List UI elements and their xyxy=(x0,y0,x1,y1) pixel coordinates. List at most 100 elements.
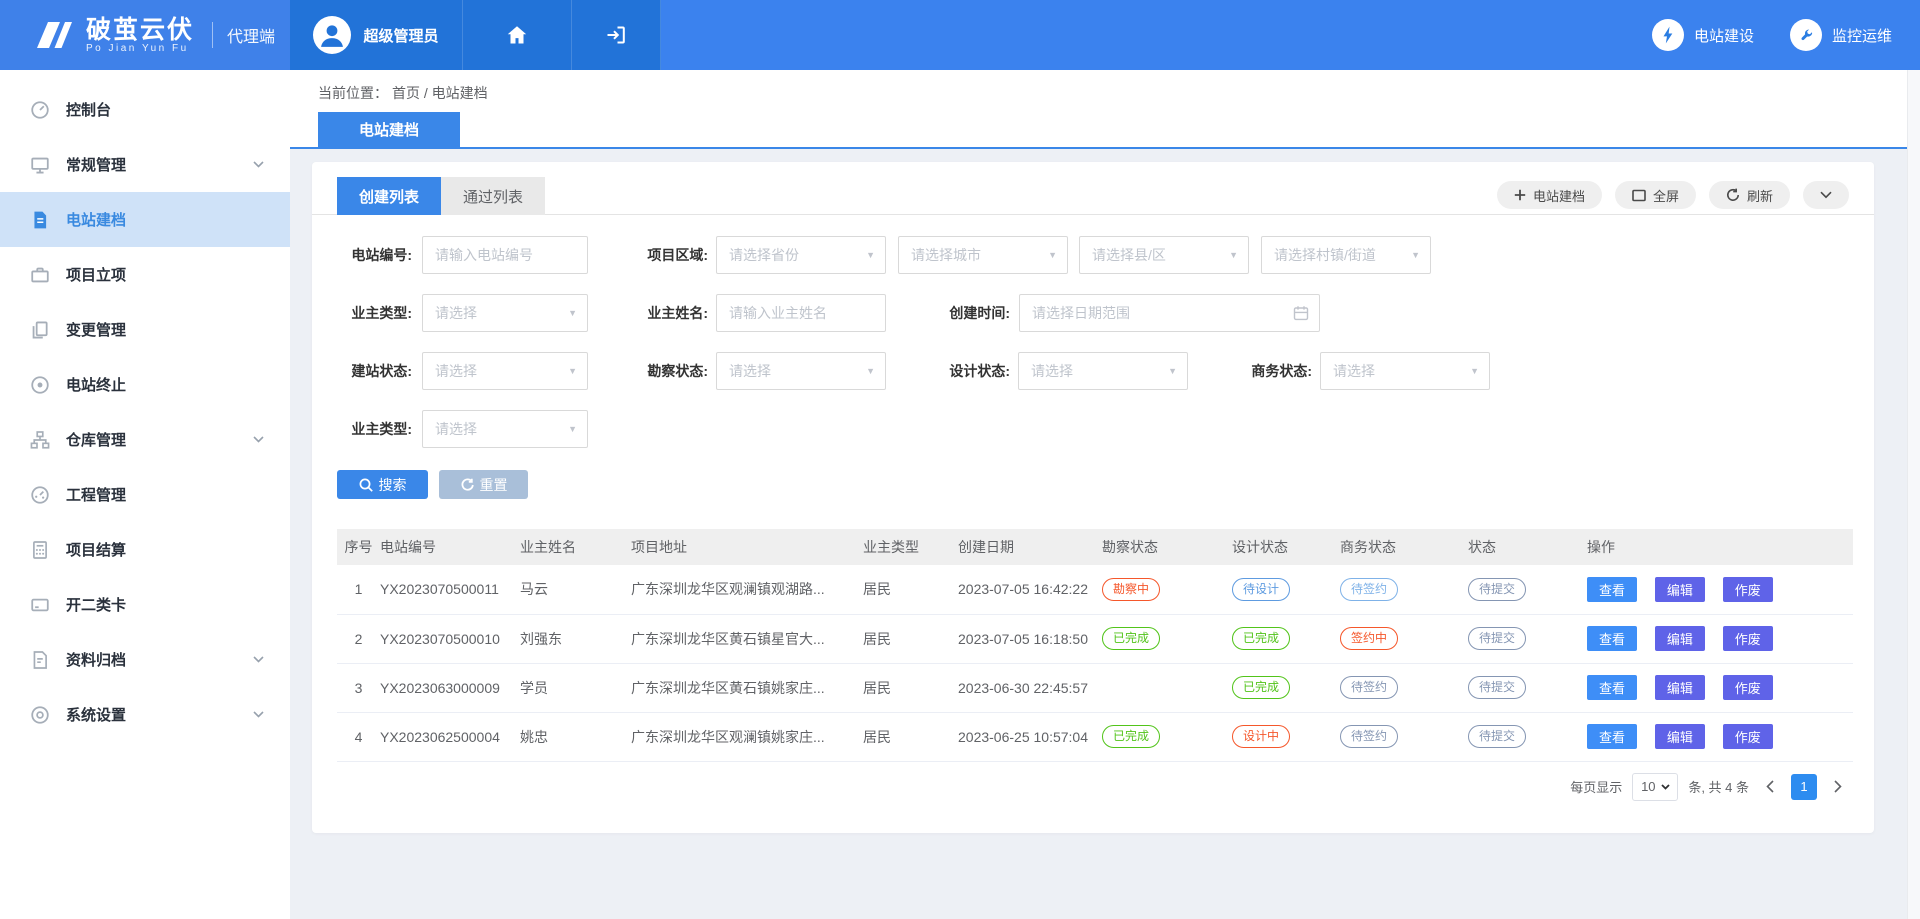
pagination: 每页显示 10 条, 共 4 条 1 xyxy=(337,773,1849,801)
logout-button[interactable] xyxy=(572,0,661,70)
collapse-toolbar-button[interactable] xyxy=(1803,181,1849,209)
edit-button[interactable]: 编辑 xyxy=(1655,577,1705,602)
sidebar-item-station-termination[interactable]: 电站终止 xyxy=(0,357,290,412)
view-button[interactable]: 查看 xyxy=(1587,626,1637,651)
region-label: 项目区域: xyxy=(636,236,708,274)
col-owner-name: 业主姓名 xyxy=(520,529,631,565)
edit-button[interactable]: 编辑 xyxy=(1655,675,1705,700)
address: 广东深圳龙华区观澜镇观湖路... xyxy=(631,565,863,614)
province-select[interactable]: 请选择省份▼ xyxy=(716,236,886,274)
col-address: 项目地址 xyxy=(631,529,863,565)
nav-station-build[interactable]: 电站建设 xyxy=(1652,19,1754,51)
owner-type-select[interactable]: 请选择▼ xyxy=(422,294,588,332)
scrollbar-track[interactable] xyxy=(1907,70,1920,919)
caret-down-icon: ▼ xyxy=(568,295,577,331)
owner-type: 居民 xyxy=(863,663,958,712)
survey-status-badge: 勘察中 xyxy=(1102,578,1160,601)
create-station-button[interactable]: 电站建档 xyxy=(1497,181,1602,209)
build-status-select[interactable]: 请选择▼ xyxy=(422,352,588,390)
owner-type2-select[interactable]: 请选择▼ xyxy=(422,410,588,448)
sidebar-item-data-archive[interactable]: 资料归档 xyxy=(0,632,290,687)
nav-monitor-ops-label: 监控运维 xyxy=(1832,25,1892,46)
sidebar-item-engineering-mgmt[interactable]: 工程管理 xyxy=(0,467,290,522)
village-select[interactable]: 请选择村镇/街道▼ xyxy=(1261,236,1431,274)
caret-down-icon: ▼ xyxy=(866,353,875,389)
date-range-input[interactable] xyxy=(1020,295,1319,331)
app-window: 破茧云伏 Po Jian Yun Fu 代理端 超级管理员 xyxy=(0,0,1920,919)
page-size-select[interactable]: 10 xyxy=(1632,773,1678,801)
city-select[interactable]: 请选择城市▼ xyxy=(898,236,1068,274)
business-status-badge: 待签约 xyxy=(1340,725,1398,748)
prev-page-button[interactable] xyxy=(1759,774,1781,800)
refresh-icon xyxy=(1726,188,1740,202)
reset-button[interactable]: 重置 xyxy=(439,470,528,499)
fullscreen-button[interactable]: 全屏 xyxy=(1615,181,1696,209)
station-id-input[interactable] xyxy=(422,236,588,274)
refresh-button[interactable]: 刷新 xyxy=(1709,181,1790,209)
table-row: 4 YX2023062500004 姚忠 广东深圳龙华区观澜镇姚家庄... 居民… xyxy=(337,712,1853,761)
edit-button[interactable]: 编辑 xyxy=(1655,626,1705,651)
panel-toolbar: 电站建档 全屏 刷新 xyxy=(1497,181,1849,209)
void-button[interactable]: 作废 xyxy=(1723,724,1773,749)
current-user[interactable]: 超级管理员 xyxy=(290,0,463,70)
nav-station-build-label: 电站建设 xyxy=(1694,25,1754,46)
owner-name-input[interactable] xyxy=(716,294,886,332)
design-status-select[interactable]: 请选择▼ xyxy=(1018,352,1188,390)
address: 广东深圳龙华区黄石镇姚家庄... xyxy=(631,663,863,712)
home-icon xyxy=(505,23,529,47)
wrench-icon xyxy=(1790,19,1822,51)
station-id: YX2023070500010 xyxy=(380,614,520,663)
brand-area: 破茧云伏 Po Jian Yun Fu 代理端 xyxy=(0,0,290,70)
search-button[interactable]: 搜索 xyxy=(337,470,428,499)
sidebar-item-project-settlement[interactable]: 项目结算 xyxy=(0,522,290,577)
chevron-down-icon xyxy=(253,711,264,718)
date-range-picker[interactable] xyxy=(1019,294,1320,332)
page-number-button[interactable]: 1 xyxy=(1791,774,1817,800)
table-header-row: 序号 电站编号 业主姓名 项目地址 业主类型 创建日期 勘察状态 设计状态 商务… xyxy=(337,529,1853,565)
created-date: 2023-07-05 16:42:22 xyxy=(958,565,1102,614)
home-button[interactable] xyxy=(463,0,572,70)
sidebar-item-class2-card[interactable]: 开二类卡 xyxy=(0,577,290,632)
view-button[interactable]: 查看 xyxy=(1587,724,1637,749)
sidebar-item-change-mgmt[interactable]: 变更管理 xyxy=(0,302,290,357)
divider xyxy=(212,22,213,48)
page-tab-station-archive[interactable]: 电站建档 xyxy=(318,112,460,147)
sidebar-item-station-archive[interactable]: 电站建档 xyxy=(0,192,290,247)
void-button[interactable]: 作废 xyxy=(1723,626,1773,651)
view-button[interactable]: 查看 xyxy=(1587,675,1637,700)
monitor-icon xyxy=(30,155,50,175)
app-subtitle: Po Jian Yun Fu xyxy=(86,43,194,54)
gauge-icon xyxy=(30,485,50,505)
next-page-button[interactable] xyxy=(1827,774,1849,800)
breadcrumb-bar: 当前位置：首页 / 电站建档 电站建档 xyxy=(290,70,1920,149)
owner-type2-label: 业主类型: xyxy=(337,410,412,448)
sidebar-item-general-mgmt[interactable]: 常规管理 xyxy=(0,137,290,192)
row-index: 4 xyxy=(337,712,380,761)
chevron-right-icon xyxy=(1834,780,1842,793)
edit-button[interactable]: 编辑 xyxy=(1655,724,1705,749)
tab-passed-list[interactable]: 通过列表 xyxy=(441,177,545,215)
tab-create-list[interactable]: 创建列表 xyxy=(337,177,441,215)
void-button[interactable]: 作废 xyxy=(1723,577,1773,602)
sidebar-item-console[interactable]: 控制台 xyxy=(0,82,290,137)
logo-mark xyxy=(34,20,74,50)
station-id-label: 电站编号: xyxy=(337,236,412,274)
void-button[interactable]: 作废 xyxy=(1723,675,1773,700)
nav-monitor-ops[interactable]: 监控运维 xyxy=(1790,19,1892,51)
view-button[interactable]: 查看 xyxy=(1587,577,1637,602)
owner-name: 刘强东 xyxy=(520,614,631,663)
station-table: 序号 电站编号 业主姓名 项目地址 业主类型 创建日期 勘察状态 设计状态 商务… xyxy=(337,529,1849,762)
reset-icon xyxy=(460,478,474,492)
sidebar-item-project-initiation[interactable]: 项目立项 xyxy=(0,247,290,302)
card-icon xyxy=(30,595,50,615)
created-date: 2023-06-30 22:45:57 xyxy=(958,663,1102,712)
sidebar-item-system-settings[interactable]: 系统设置 xyxy=(0,687,290,742)
filter-row-1: 电站编号: 项目区域: 请选择省份▼ 请选择城市▼ 请选择县/区▼ 请选择村镇/… xyxy=(337,236,1849,274)
business-status-select[interactable]: 请选择▼ xyxy=(1320,352,1490,390)
business-status-label: 商务状态: xyxy=(1241,352,1312,390)
survey-status-select[interactable]: 请选择▼ xyxy=(716,352,886,390)
sidebar-item-warehouse-mgmt[interactable]: 仓库管理 xyxy=(0,412,290,467)
panel-header: 创建列表 通过列表 电站建档 全屏 刷新 xyxy=(312,162,1874,215)
county-select[interactable]: 请选择县/区▼ xyxy=(1079,236,1249,274)
design-status-badge: 已完成 xyxy=(1232,627,1290,650)
